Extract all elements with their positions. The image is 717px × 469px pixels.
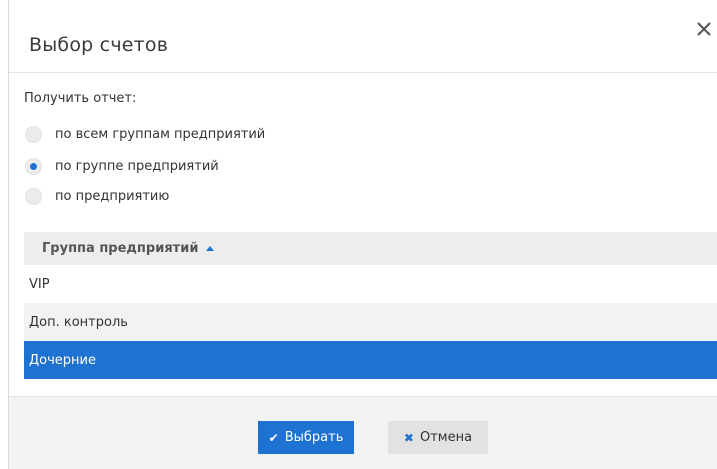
table-row-selected[interactable]: Дочерние: [24, 341, 717, 379]
cancel-button[interactable]: ✖ Отмена: [388, 421, 488, 454]
dialog-header: Выбор счетов: [9, 0, 717, 73]
dialog-footer: ✔ Выбрать ✖ Отмена: [9, 396, 717, 469]
check-icon: ✔: [268, 430, 279, 445]
radio-by-enterprise-label: по предприятию: [55, 188, 170, 204]
radio-by-group[interactable]: по группе предприятий: [24, 155, 219, 177]
table-row[interactable]: Доп. контроль: [24, 303, 717, 341]
radio-by-enterprise-input[interactable]: [25, 187, 42, 205]
radio-all-groups[interactable]: по всем группам предприятий: [24, 123, 265, 145]
enterprise-group-table: Группа предприятий VIP Доп. контроль Доч…: [24, 232, 717, 379]
radio-all-groups-input[interactable]: [25, 125, 42, 143]
radio-all-groups-label: по всем группам предприятий: [55, 126, 266, 142]
report-label: Получить отчет:: [24, 91, 137, 106]
radio-by-group-input[interactable]: [25, 157, 42, 175]
radio-by-group-label: по группе предприятий: [55, 158, 219, 174]
cancel-button-label: Отмена: [419, 430, 473, 445]
select-button-label: Выбрать: [284, 430, 344, 445]
radio-by-enterprise[interactable]: по предприятию: [24, 185, 169, 207]
column-header-label: Группа предприятий: [42, 241, 199, 256]
select-button[interactable]: ✔ Выбрать: [258, 421, 354, 454]
table-cell: VIP: [29, 276, 50, 292]
table-cell: Дочерние: [29, 352, 96, 368]
dialog-title: Выбор счетов: [29, 34, 169, 56]
column-header-enterprise-group[interactable]: Группа предприятий: [24, 232, 717, 265]
dialog-body: Получить отчет: по всем группам предприя…: [9, 73, 717, 396]
close-icon: [697, 22, 711, 36]
select-accounts-dialog: Выбор счетов Получить отчет: по всем гру…: [8, 0, 717, 469]
table-row[interactable]: VIP: [24, 265, 717, 303]
x-icon: ✖: [403, 430, 414, 445]
sort-ascending-icon: [206, 246, 215, 251]
table-cell: Доп. контроль: [29, 314, 128, 330]
close-button[interactable]: [689, 14, 717, 42]
